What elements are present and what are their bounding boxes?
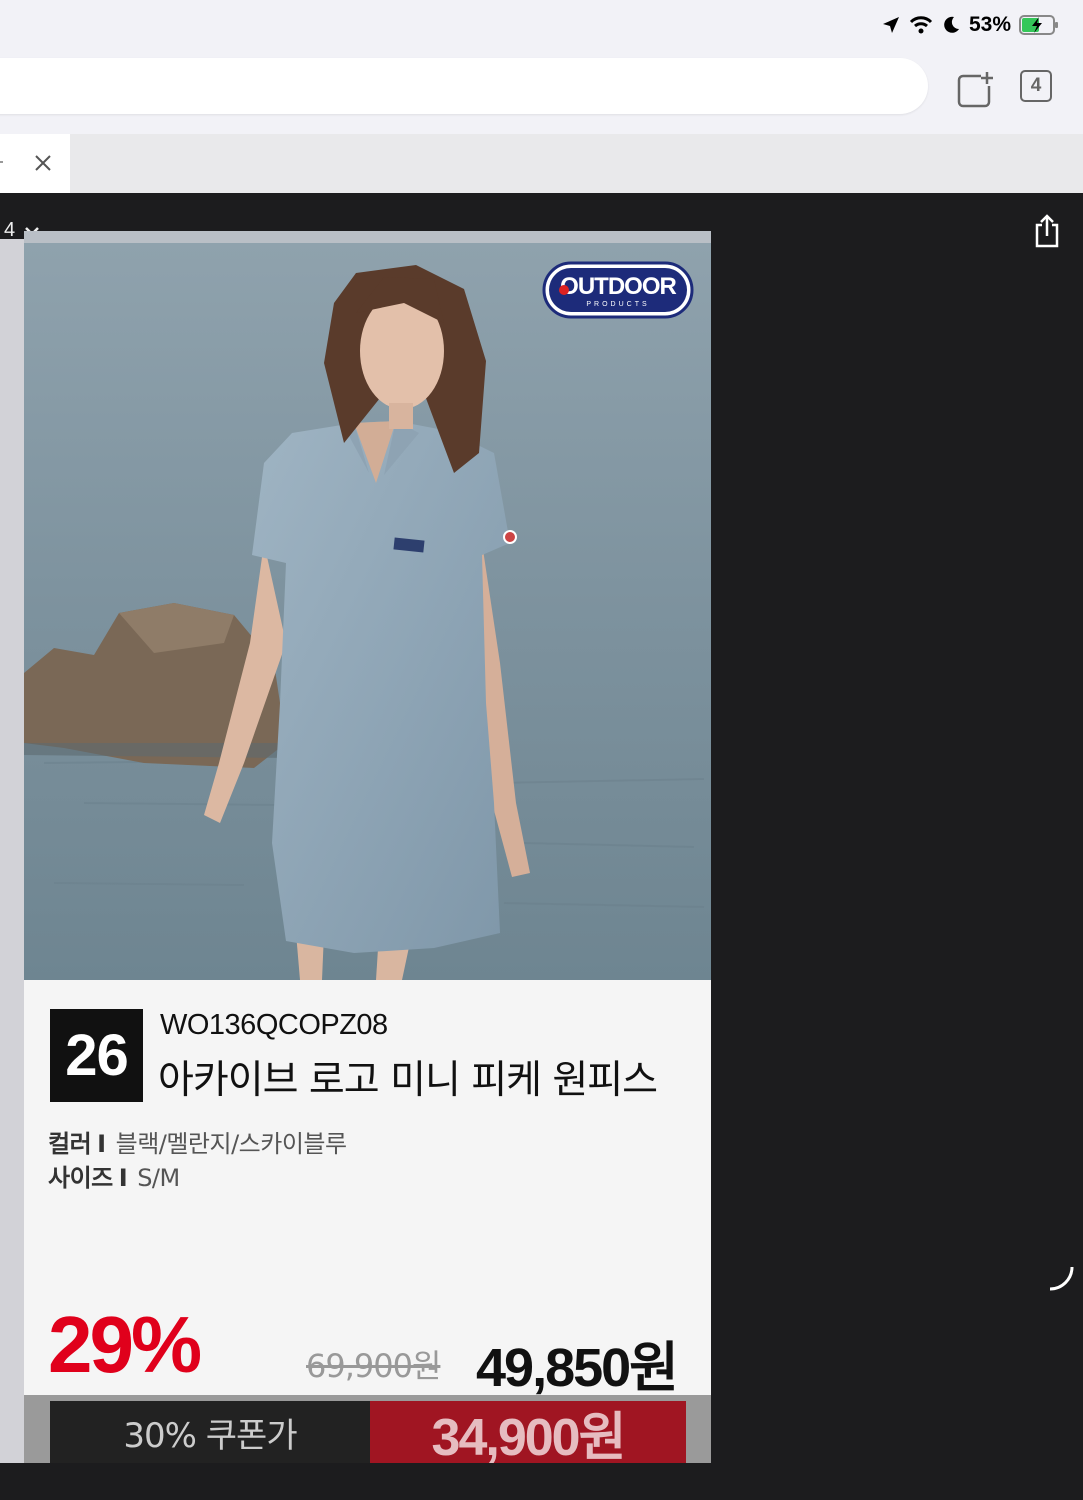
spec-size-value: S/M (137, 1164, 180, 1192)
spec-color: 컬러 I 블랙/멜란지/스카이블루 (48, 1124, 347, 1159)
coupon-price: 34,900원 (431, 1408, 627, 1464)
previous-page-sliver[interactable] (0, 239, 24, 1463)
product-number-badge: 26 (50, 1009, 143, 1102)
spec-color-label: 컬러 (48, 1130, 92, 1158)
location-arrow-icon (882, 17, 899, 33)
product-page: OUTDOOR PRODUCTS 26 WO136QCOPZ08 아카이브 로고… (24, 231, 711, 1463)
product-code: WO136QCOPZ08 (160, 1009, 388, 1041)
moon-icon (944, 16, 959, 33)
tab-count-icon[interactable]: 4 (1020, 70, 1052, 102)
coupon-label-box: 30% 쿠폰가 (50, 1401, 370, 1463)
original-price: 69,900원 (306, 1347, 441, 1385)
discount-rate: 29% (48, 1300, 202, 1389)
browser-toolbar: 4 (0, 50, 1083, 134)
close-icon[interactable] (33, 153, 53, 173)
tab-count: 4 (1030, 75, 1042, 96)
product-name: 아카이브 로고 미니 피케 원피스 (158, 1058, 658, 1103)
address-bar[interactable] (0, 58, 928, 114)
spec-size-separator: I (118, 1164, 128, 1192)
product-number: 26 (65, 1023, 129, 1088)
share-icon[interactable] (1032, 213, 1062, 249)
status-icons: 53% (881, 10, 1059, 40)
page-top-band (24, 231, 711, 243)
brand-logo: OUTDOOR PRODUCTS (542, 261, 694, 319)
spec-size: 사이즈 I S/M (48, 1158, 180, 1193)
product-photo (24, 243, 711, 980)
sale-price: 49,850원 (476, 1338, 679, 1398)
spec-color-separator: I (97, 1130, 106, 1158)
document-viewer: 4 OUTDOOR PRODUCTS 26 WO136QCOPZ08 아카이브 … (0, 193, 1083, 1500)
tab-title-fragment (0, 161, 3, 163)
spec-size-label: 사이즈 (48, 1164, 113, 1192)
coupon-label: 30% 쿠폰가 (123, 1415, 297, 1456)
tab-strip (0, 134, 1083, 193)
brand-logo-subtext: PRODUCTS (586, 301, 649, 308)
brand-logo-text: OUTDOOR (560, 273, 676, 300)
active-tab[interactable] (0, 134, 70, 193)
spec-color-value: 블랙/멜란지/스카이블루 (115, 1130, 347, 1158)
new-tab-icon[interactable] (955, 70, 995, 110)
status-bar: 53% (0, 0, 1083, 50)
coupon-price-box: 34,900원 (370, 1401, 686, 1463)
resize-handle-icon[interactable] (1046, 1263, 1076, 1293)
battery-percent: 53% (968, 13, 1011, 36)
battery-charging-icon (1019, 15, 1058, 35)
wifi-icon (909, 16, 933, 34)
